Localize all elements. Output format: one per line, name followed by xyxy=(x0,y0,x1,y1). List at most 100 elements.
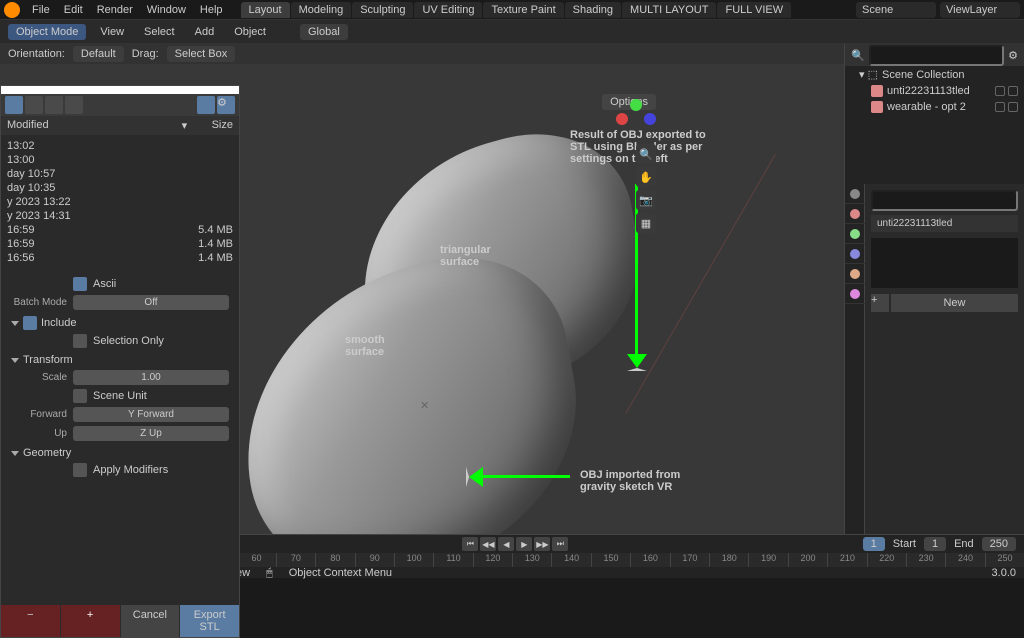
start-label: Start xyxy=(893,538,916,550)
mesh-icon xyxy=(871,101,883,113)
ptab-world[interactable] xyxy=(845,264,865,284)
selonly-label: Selection Only xyxy=(93,335,164,347)
ws-full[interactable]: FULL VIEW xyxy=(717,2,791,18)
render-icon[interactable] xyxy=(1008,86,1018,96)
new-material[interactable]: New xyxy=(891,294,1018,312)
export-stl-button[interactable]: Export STL xyxy=(180,605,239,637)
prev-key-icon[interactable]: ◀◀ xyxy=(480,537,496,551)
scene-selector[interactable]: Scene xyxy=(856,2,936,18)
view-list-icon[interactable] xyxy=(5,96,23,114)
ws-sculpting[interactable]: Sculpting xyxy=(352,2,413,18)
blender-logo xyxy=(4,2,20,18)
ws-modeling[interactable]: Modeling xyxy=(291,2,352,18)
ws-texpaint[interactable]: Texture Paint xyxy=(483,2,563,18)
view-menu[interactable]: View xyxy=(94,24,130,40)
ascii-checkbox[interactable] xyxy=(73,277,87,291)
applymod-checkbox[interactable] xyxy=(73,463,87,477)
gizmo-z[interactable] xyxy=(644,113,656,125)
props-search[interactable] xyxy=(871,190,1018,211)
sceneunit-checkbox[interactable] xyxy=(73,389,87,403)
current-frame[interactable]: 1 xyxy=(863,537,885,551)
ws-layout[interactable]: Layout xyxy=(241,2,290,18)
add-button[interactable]: + xyxy=(61,605,120,637)
ptab-obj[interactable] xyxy=(845,284,865,304)
workspace-tabs: Layout Modeling Sculpting UV Editing Tex… xyxy=(241,2,792,18)
drag-label: Drag: xyxy=(132,48,159,60)
arrow-head xyxy=(466,467,483,487)
menu-render[interactable]: Render xyxy=(91,2,139,18)
menu-help[interactable]: Help xyxy=(194,2,229,18)
object-menu[interactable]: Object xyxy=(228,24,272,40)
filter-icon[interactable]: ⚙ xyxy=(1008,49,1018,62)
orient-label: Orientation: xyxy=(8,48,65,60)
ptab-view[interactable] xyxy=(845,224,865,244)
ws-multi[interactable]: MULTI LAYOUT xyxy=(622,2,716,18)
play-icon[interactable]: ▶ xyxy=(516,537,532,551)
scale-label: Scale xyxy=(11,372,67,383)
geometry-section[interactable]: Geometry xyxy=(23,447,71,459)
ws-shading[interactable]: Shading xyxy=(565,2,621,18)
orient-value[interactable]: Default xyxy=(73,46,124,62)
start-frame[interactable]: 1 xyxy=(924,537,946,551)
eye-icon[interactable] xyxy=(995,102,1005,112)
gizmo-y[interactable] xyxy=(630,99,642,111)
mode-selector[interactable]: Object Mode xyxy=(8,24,86,40)
include-check[interactable] xyxy=(23,316,37,330)
include-section[interactable]: Include xyxy=(41,317,76,329)
filter-icon[interactable] xyxy=(197,96,215,114)
scale-field[interactable]: 1.00 xyxy=(73,370,229,385)
ws-uv[interactable]: UV Editing xyxy=(414,2,482,18)
search-icon[interactable]: 🔍 xyxy=(851,49,865,62)
file-list[interactable]: 13:02 13:00 day 10:57 day 10:35 y 2023 1… xyxy=(1,135,239,269)
mat-add[interactable]: + xyxy=(871,294,889,312)
drag-value[interactable]: Select Box xyxy=(167,46,236,62)
forward-field[interactable]: Y Forward xyxy=(73,407,229,422)
viewlayer-selector[interactable]: ViewLayer xyxy=(940,2,1020,18)
zoom-icon[interactable]: 🔍 xyxy=(636,144,656,164)
arrow-head xyxy=(627,354,647,371)
eye-icon[interactable] xyxy=(995,86,1005,96)
outliner-item[interactable]: wearable - opt 2 xyxy=(845,99,1024,115)
menu-edit[interactable]: Edit xyxy=(58,2,89,18)
ptab-output[interactable] xyxy=(845,204,865,224)
remove-button[interactable]: − xyxy=(1,605,60,637)
batch-label: Batch Mode xyxy=(11,297,67,308)
ptab-render[interactable] xyxy=(845,184,865,204)
collection-icon: ▾ ⬚ xyxy=(859,68,878,81)
add-menu[interactable]: Add xyxy=(189,24,221,40)
skip-start-icon[interactable]: ⏮ xyxy=(462,537,478,551)
select-menu[interactable]: Select xyxy=(138,24,181,40)
view-thumb-icon[interactable] xyxy=(25,96,43,114)
sort-icon[interactable] xyxy=(65,96,83,114)
end-frame[interactable]: 250 xyxy=(982,537,1016,551)
viewport-subbar: Object Mode View Select Add Object Globa… xyxy=(0,20,1024,44)
props-obj[interactable]: unti22231113tled xyxy=(871,215,1018,232)
col-modified[interactable]: Modified xyxy=(7,119,162,132)
pan-icon[interactable]: ✋ xyxy=(636,167,656,187)
ptab-scene[interactable] xyxy=(845,244,865,264)
play-rev-icon[interactable]: ◀ xyxy=(498,537,514,551)
outliner-search[interactable] xyxy=(869,45,1004,66)
batch-mode[interactable]: Off xyxy=(73,295,229,310)
menu-file[interactable]: File xyxy=(26,2,56,18)
selonly-checkbox[interactable] xyxy=(73,334,87,348)
up-field[interactable]: Z Up xyxy=(73,426,229,441)
render-icon[interactable] xyxy=(1008,102,1018,112)
persp-icon[interactable]: ▦ xyxy=(636,213,656,233)
nav-gizmo[interactable] xyxy=(616,99,656,139)
dialog-titlebar[interactable] xyxy=(1,86,239,94)
view-grid-icon[interactable] xyxy=(45,96,63,114)
camera-icon[interactable]: 📷 xyxy=(636,190,656,210)
gear-icon[interactable]: ⚙ xyxy=(217,96,235,114)
menu-window[interactable]: Window xyxy=(141,2,192,18)
transform-section[interactable]: Transform xyxy=(23,354,73,366)
outliner-item[interactable]: unti22231113tled xyxy=(845,83,1024,99)
skip-end-icon[interactable]: ⏭ xyxy=(552,537,568,551)
col-size[interactable]: Size xyxy=(212,119,233,132)
cancel-button[interactable]: Cancel xyxy=(121,605,180,637)
next-key-icon[interactable]: ▶▶ xyxy=(534,537,550,551)
outliner-obj1: unti22231113tled xyxy=(887,85,970,97)
gizmo-x[interactable] xyxy=(616,113,628,125)
outliner-collection[interactable]: ▾ ⬚ Scene Collection xyxy=(845,66,1024,83)
transform-orient[interactable]: Global xyxy=(300,24,348,40)
